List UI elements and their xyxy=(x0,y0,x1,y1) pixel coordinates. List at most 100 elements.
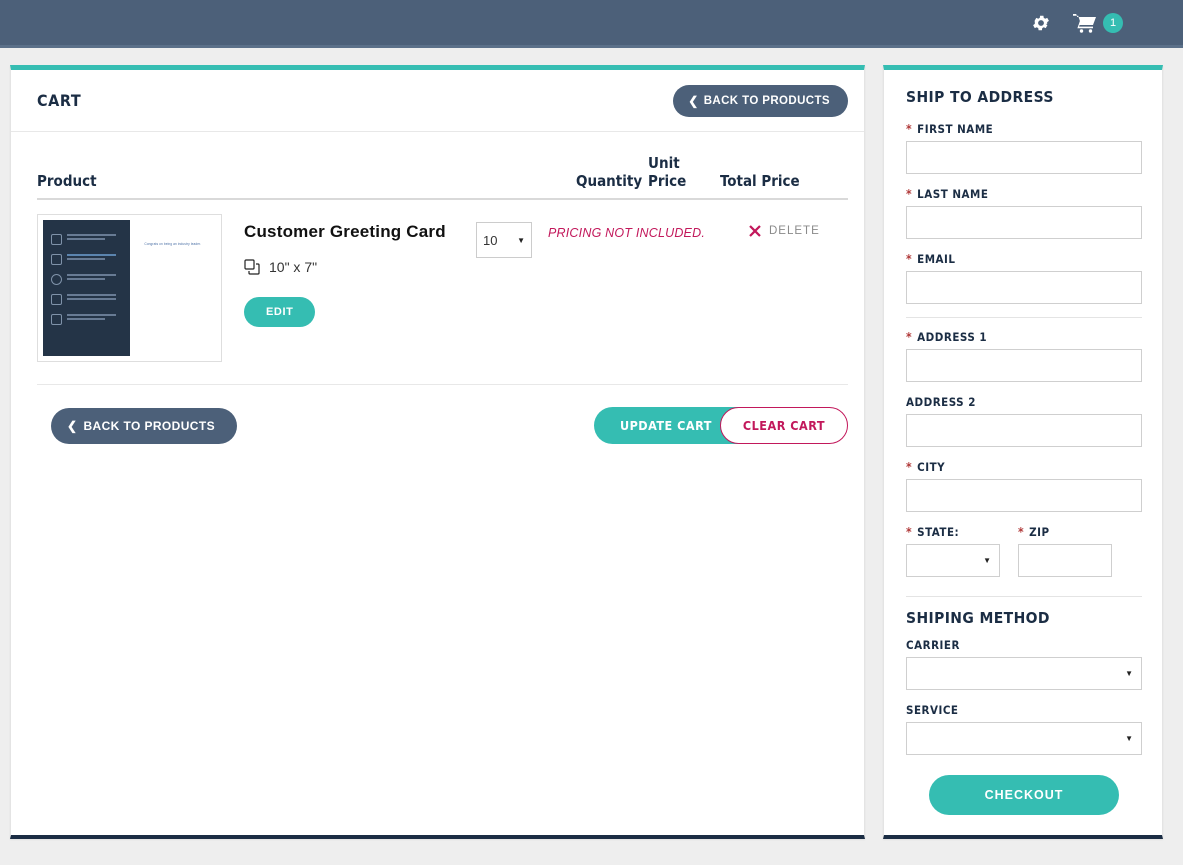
top-navbar: 1 xyxy=(0,0,1183,48)
zip-input[interactable] xyxy=(1018,544,1112,577)
field-address-2: ADDRESS 2 xyxy=(906,395,1142,447)
ship-to-address-panel: SHIP TO ADDRESS * FIRST NAME * LAST NAME… xyxy=(883,65,1163,839)
thumbnail-light-panel: Congrats on being an industry leader. xyxy=(129,220,216,356)
chevron-down-icon: ▼ xyxy=(517,235,525,245)
x-mark-icon xyxy=(748,224,762,238)
field-last-name: * LAST NAME xyxy=(906,187,1142,239)
page-body: CART ❮ BACK TO PRODUCTS Product Quantity… xyxy=(0,48,1183,865)
chevron-down-icon: ▼ xyxy=(983,556,991,565)
label-text: FIRST NAME xyxy=(917,122,994,136)
field-label-service: SERVICE xyxy=(906,703,1142,717)
required-asterisk: * xyxy=(906,122,913,136)
required-asterisk: * xyxy=(906,460,913,474)
delete-item-button[interactable]: DELETE xyxy=(748,214,848,238)
table-header-row: Product Quantity Unit Price Total Price xyxy=(37,154,848,200)
required-asterisk: * xyxy=(906,330,913,344)
product-thumbnail[interactable]: Congrats on being an industry leader. xyxy=(37,214,222,362)
label-text: EMAIL xyxy=(917,252,956,266)
back-to-products-top-label: BACK TO PRODUCTS xyxy=(703,94,830,107)
field-zip: * ZIP xyxy=(1018,525,1112,577)
field-city: * CITY xyxy=(906,460,1142,512)
required-asterisk: * xyxy=(1018,525,1025,539)
field-state: * STATE: ▼ xyxy=(906,525,1000,577)
thumbnail-feature-row xyxy=(51,274,122,285)
checkout-button[interactable]: CHECKOUT xyxy=(929,775,1119,815)
thumbnail-feature-row xyxy=(51,294,122,305)
service-select[interactable]: ▼ xyxy=(906,722,1142,755)
thumbnail-feature-row xyxy=(51,254,122,265)
last-name-input[interactable] xyxy=(906,206,1142,239)
column-header-unit-price: Unit Price xyxy=(648,154,687,190)
column-header-quantity: Quantity xyxy=(576,172,643,190)
back-to-products-bottom-button[interactable]: ❮ BACK TO PRODUCTS xyxy=(51,407,237,444)
left-arrow-icon: ❮ xyxy=(67,418,78,433)
state-zip-row: * STATE: ▼ * ZIP xyxy=(906,525,1142,590)
carrier-select[interactable]: ▼ xyxy=(906,657,1142,690)
field-first-name: * FIRST NAME xyxy=(906,122,1142,174)
first-name-input[interactable] xyxy=(906,141,1142,174)
table-row: Congrats on being an industry leader. Cu… xyxy=(37,200,848,385)
field-label-state: * STATE: xyxy=(906,525,1000,539)
product-info: Customer Greeting Card 10" x 7" EDIT xyxy=(244,214,446,362)
delete-label: DELETE xyxy=(769,225,820,237)
truck-icon xyxy=(51,234,62,245)
city-input[interactable] xyxy=(906,479,1142,512)
cart-update-clear-group: UPDATE CART CLEAR CART xyxy=(593,407,848,444)
cart-action-bar: ❮ BACK TO PRODUCTS UPDATE CART CLEAR CAR… xyxy=(11,385,864,444)
thumbnail-feature-row xyxy=(51,314,122,325)
field-email: * EMAIL xyxy=(906,252,1142,304)
thumbnail-line xyxy=(67,294,117,296)
column-header-product: Product xyxy=(37,172,97,190)
thumbnail-line xyxy=(67,254,117,256)
chevron-down-icon: ▼ xyxy=(1125,734,1133,743)
copy-pages-icon xyxy=(244,259,260,275)
thumbnail-line xyxy=(67,258,106,260)
navbar-icon-group: 1 xyxy=(1031,12,1123,33)
quantity-select[interactable]: 10 ▼ xyxy=(476,222,532,258)
cloud-icon xyxy=(51,254,62,265)
field-label-first-name: * FIRST NAME xyxy=(906,122,1142,136)
thumbnail-line xyxy=(67,298,117,300)
form-divider xyxy=(906,317,1142,318)
cart-panel: CART ❮ BACK TO PRODUCTS Product Quantity… xyxy=(10,65,865,839)
update-cart-button[interactable]: UPDATE CART xyxy=(593,407,738,444)
thumbnail-tagline: Congrats on being an industry leader. xyxy=(144,242,202,246)
field-service: SERVICE ▼ xyxy=(906,703,1142,755)
product-name: Customer Greeting Card xyxy=(244,222,446,241)
thumbnail-line xyxy=(67,314,117,316)
product-dimensions-label: 10" x 7" xyxy=(269,259,318,275)
address-1-input[interactable] xyxy=(906,349,1142,382)
field-label-city: * CITY xyxy=(906,460,1142,474)
cart-button[interactable]: 1 xyxy=(1073,12,1123,33)
required-asterisk: * xyxy=(906,187,913,201)
thumbnail-feature-row xyxy=(51,234,122,245)
gear-icon[interactable] xyxy=(1031,13,1051,33)
field-label-address-2: ADDRESS 2 xyxy=(906,395,1142,409)
field-carrier: CARRIER ▼ xyxy=(906,638,1142,690)
column-header-total-price: Total Price xyxy=(720,172,800,190)
label-text: CARRIER xyxy=(906,638,960,652)
address-2-input[interactable] xyxy=(906,414,1142,447)
headset-icon xyxy=(51,274,62,285)
label-text: SERVICE xyxy=(906,703,959,717)
back-to-products-bottom-label: BACK TO PRODUCTS xyxy=(83,418,215,433)
state-select[interactable]: ▼ xyxy=(906,544,1000,577)
cart-table: Product Quantity Unit Price Total Price xyxy=(11,132,864,385)
thumbnail-text-lines xyxy=(67,254,122,260)
label-text: ADDRESS 2 xyxy=(906,395,976,409)
email-input[interactable] xyxy=(906,271,1142,304)
field-label-zip: * ZIP xyxy=(1018,525,1112,539)
label-text: CITY xyxy=(917,460,946,474)
edit-button[interactable]: EDIT xyxy=(244,297,316,327)
document-icon xyxy=(51,294,62,305)
thumbnail-line xyxy=(67,274,117,276)
back-to-products-top-button[interactable]: ❮ BACK TO PRODUCTS xyxy=(673,84,848,117)
clear-cart-button[interactable]: CLEAR CART xyxy=(719,407,848,444)
product-dimensions: 10" x 7" xyxy=(244,259,446,275)
field-label-email: * EMAIL xyxy=(906,252,1142,266)
cell-quantity: 10 ▼ xyxy=(476,214,548,258)
label-text: ADDRESS 1 xyxy=(917,330,988,344)
cell-product: Congrats on being an industry leader. Cu… xyxy=(37,214,476,362)
wrench-icon xyxy=(51,314,62,325)
thumbnail-text-lines xyxy=(67,274,122,280)
